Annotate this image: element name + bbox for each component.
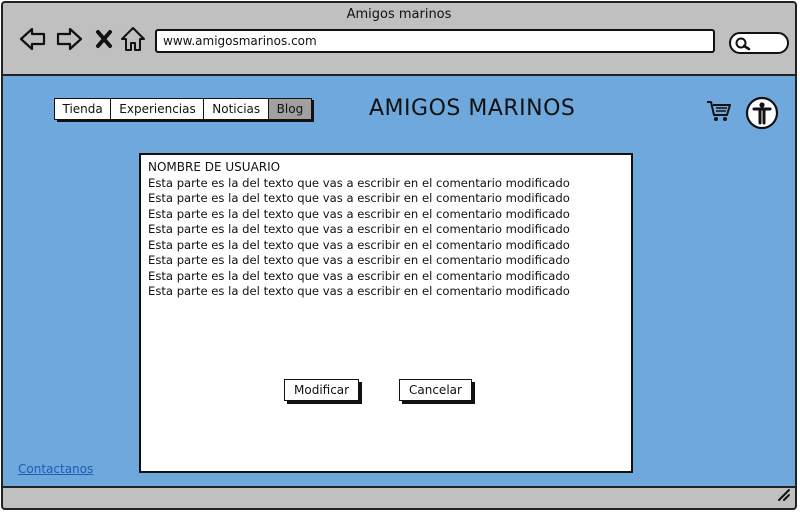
user-icon[interactable] (745, 96, 779, 134)
search-icon (735, 37, 751, 51)
url-input[interactable]: www.amigosmarinos.com (155, 29, 715, 53)
search-field[interactable] (729, 32, 789, 54)
back-arrow-icon[interactable] (19, 25, 47, 53)
nav-tabs: Tienda Experiencias Noticias Blog (53, 98, 313, 120)
resize-handle-icon[interactable] (775, 486, 791, 506)
tab-experiencias[interactable]: Experiencias (110, 98, 205, 120)
comment-text[interactable]: Esta parte es la del texto que vas a esc… (148, 176, 624, 300)
cart-icon[interactable] (705, 98, 733, 128)
page-content: Tienda Experiencias Noticias Blog AMIGOS… (3, 74, 795, 488)
comment-line: Esta parte es la del texto que vas a esc… (148, 253, 570, 267)
browser-window: Amigos marinos www.amigosmarinos.com Tie… (1, 1, 797, 510)
forward-arrow-icon[interactable] (55, 25, 83, 53)
tab-tienda[interactable]: Tienda (53, 98, 112, 120)
cancel-button[interactable]: Cancelar (399, 379, 472, 401)
tab-noticias[interactable]: Noticias (203, 98, 270, 120)
comment-username: NOMBRE DE USUARIO (148, 160, 281, 174)
tab-blog[interactable]: Blog (267, 98, 313, 120)
comment-line: Esta parte es la del texto que vas a esc… (148, 268, 570, 283)
comment-line: Esta parte es la del texto que vas a esc… (148, 191, 570, 205)
comment-line: Esta parte es la del texto que vas a esc… (148, 222, 570, 236)
site-title: AMIGOS MARINOS (369, 96, 576, 121)
comment-line: Esta parte es la del texto que vas a esc… (148, 175, 570, 190)
contact-link[interactable]: Contactanos (18, 462, 93, 476)
modify-button[interactable]: Modificar (284, 379, 360, 401)
comment-editor[interactable]: NOMBRE DE USUARIO Esta parte es la del t… (139, 153, 633, 473)
comment-line: Esta parte es la del texto que vas a esc… (148, 237, 570, 252)
comment-line: Esta parte es la del texto que vas a esc… (148, 284, 570, 298)
close-icon[interactable] (93, 25, 121, 53)
home-icon[interactable] (119, 25, 147, 53)
comment-line: Esta parte es la del texto que vas a esc… (148, 206, 570, 221)
window-title: Amigos marinos (346, 7, 452, 22)
